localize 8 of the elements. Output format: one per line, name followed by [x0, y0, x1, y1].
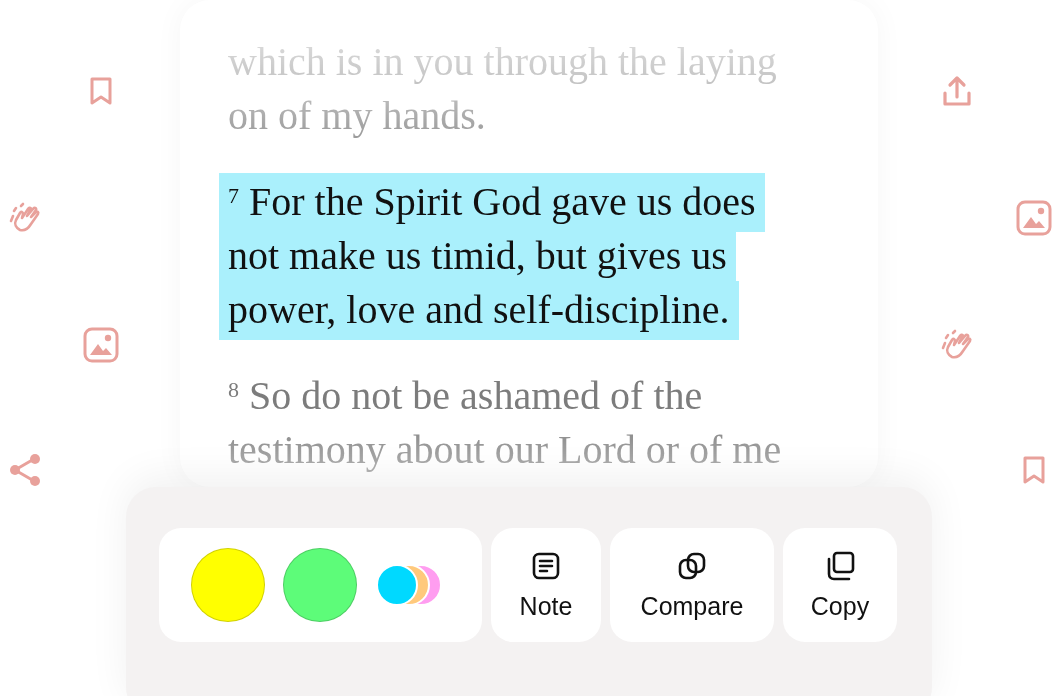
share-icon[interactable] [7, 452, 43, 488]
action-button[interactable]: Compare [610, 528, 774, 642]
image-icon[interactable] [1016, 200, 1052, 236]
action-button[interactable]: Copy [783, 528, 897, 642]
verse-text: $^{8}$ So do not be ashamed of the testimony about our Lord or of me [227, 372, 783, 474]
verse-text: $^{7}$ For the Spirit God gave us does not make us timid, but gives us power, love and self-discipline. [219, 175, 878, 337]
action-button[interactable]: Note [491, 528, 601, 642]
image-icon[interactable] [83, 327, 119, 363]
